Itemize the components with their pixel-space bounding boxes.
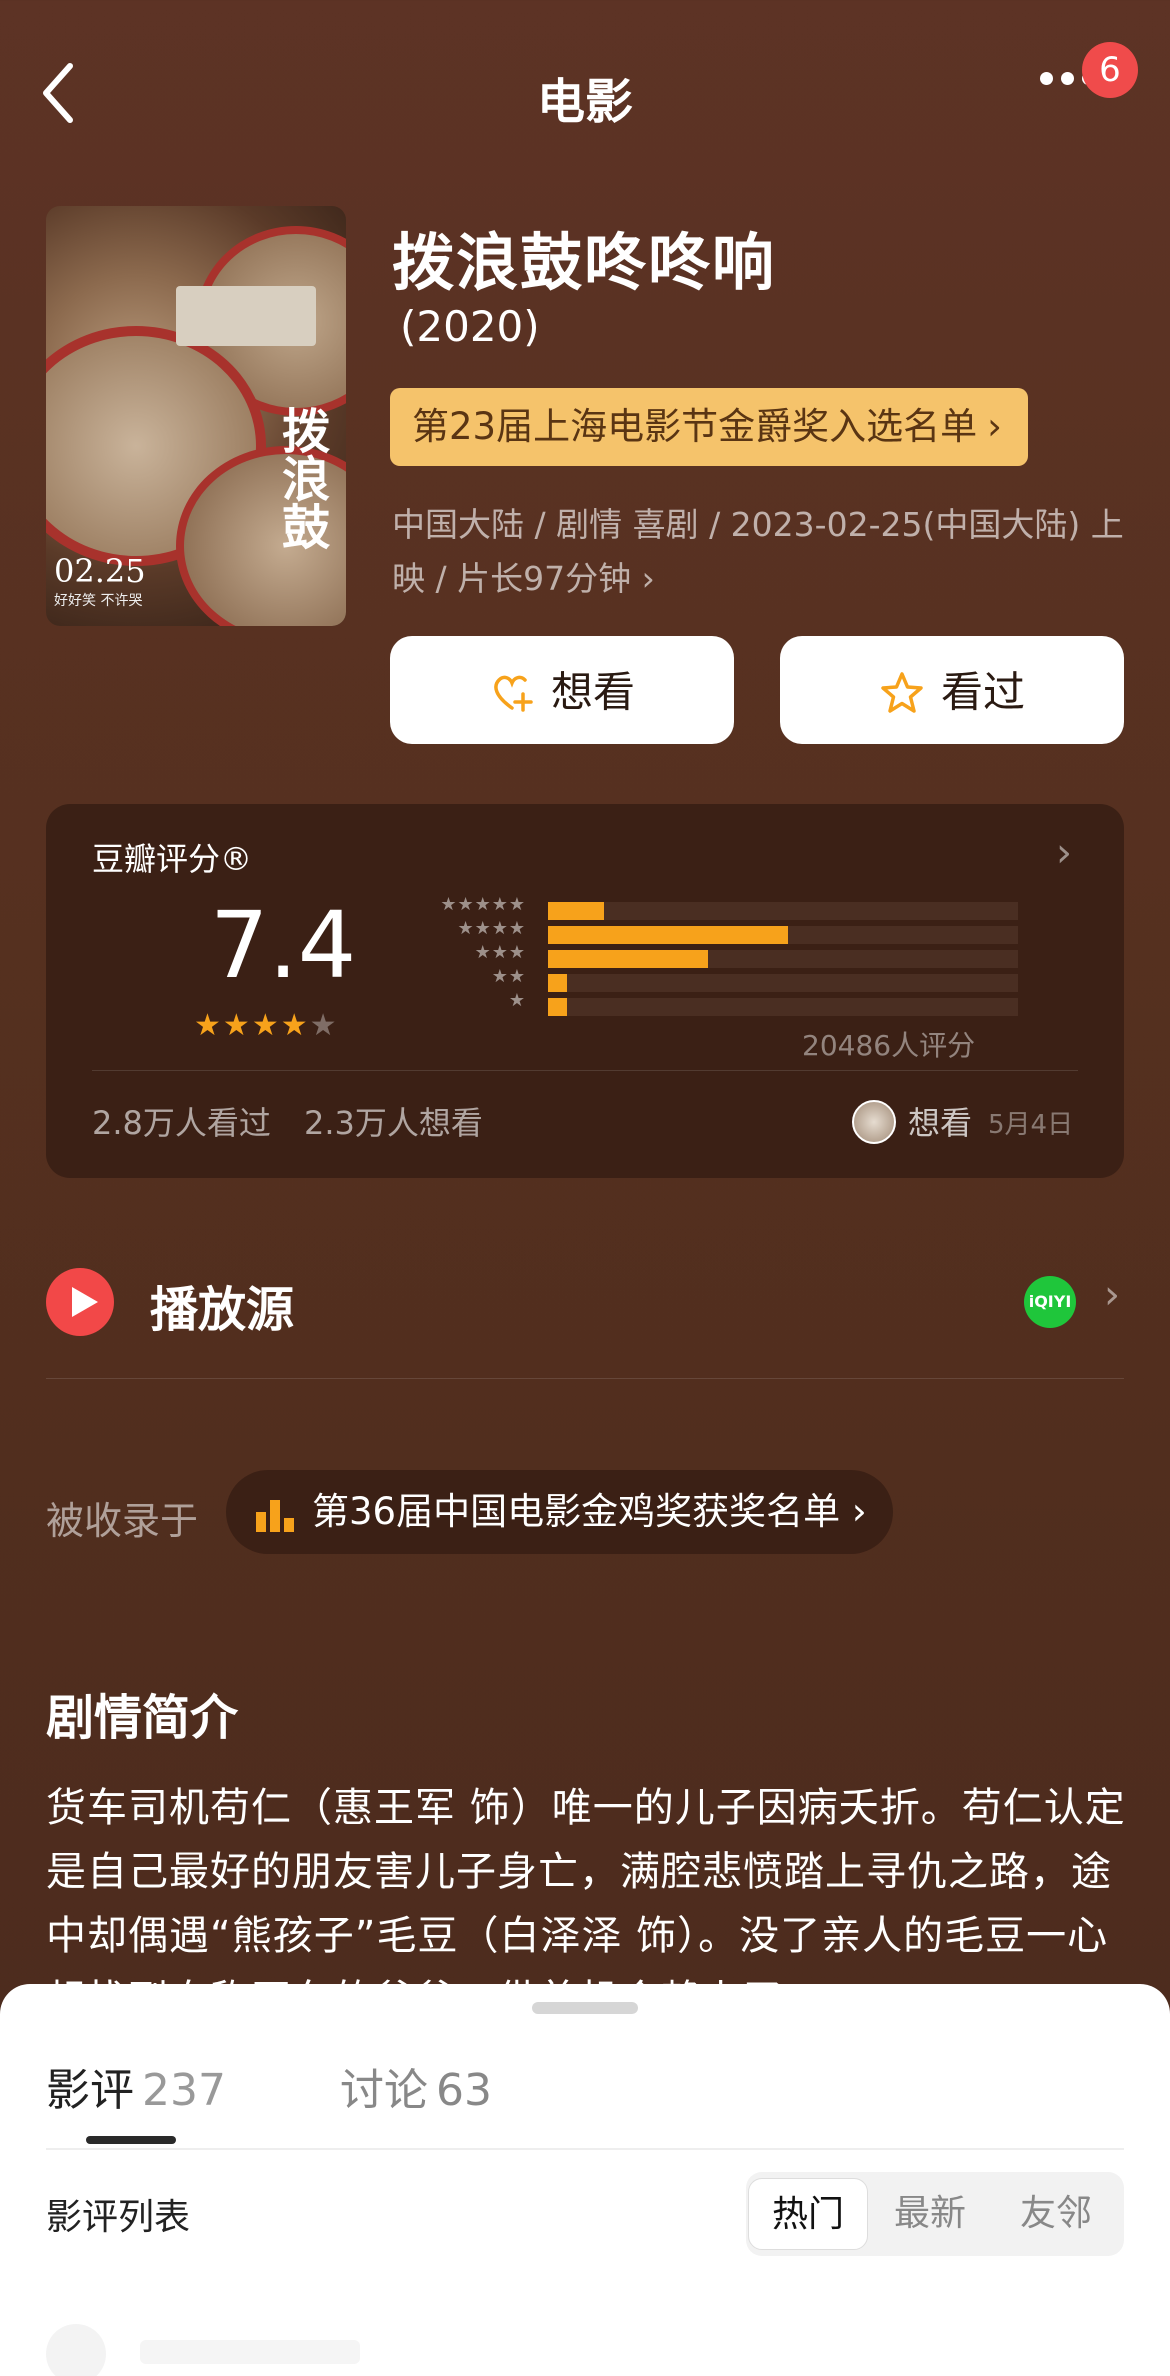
watched-count: 2.8万人看过 — [92, 1104, 271, 1142]
star-outline-icon — [881, 671, 923, 713]
star-full-icon: ★ — [251, 1008, 281, 1043]
star-empty-icon: ★ — [309, 1008, 339, 1043]
more-dots-icon — [1040, 72, 1053, 85]
divider — [46, 1378, 1124, 1379]
rater-count: 20486人评分 — [802, 1029, 976, 1062]
rating-bar-2-star: ★★ — [382, 966, 1018, 996]
rating-distribution: ★★★★★ ★★★★ ★★★ ★★ ★ — [382, 894, 1018, 1020]
drag-handle[interactable] — [532, 2002, 638, 2014]
star-group-icon: ★★ — [491, 966, 526, 987]
poster-title: 拨浪鼓 — [273, 406, 329, 550]
rating-card[interactable]: 豆瓣评分® › 7.4 ★★★★★ ★★★★★ ★★★★ ★★★ ★★ ★ 20486人… — [46, 804, 1124, 1178]
sort-option-newest[interactable]: 最新 — [870, 2178, 990, 2250]
sort-option-hot[interactable]: 热门 — [748, 2178, 868, 2250]
synopsis-heading: 剧情简介 — [46, 1690, 239, 1746]
notification-badge: 6 — [1082, 42, 1138, 98]
watched-button[interactable]: 看过 — [780, 636, 1124, 744]
tab-discussions-label: 讨论 — [340, 2065, 428, 2116]
rating-bar-fill — [548, 974, 567, 992]
chevron-right-icon: › — [987, 405, 1002, 448]
sort-segmented-control: 热门 最新 友邻 — [746, 2172, 1124, 2256]
star-half-icon: ★ — [280, 1008, 310, 1043]
rating-score: 7.4 — [210, 892, 357, 999]
rating-bar-4-star: ★★★★ — [382, 918, 1018, 948]
star-group-icon: ★★★★★ — [440, 894, 526, 915]
chevron-right-icon: › — [851, 1490, 867, 1533]
rating-bar-track — [548, 926, 1018, 944]
poster-date: 02.25 — [54, 552, 146, 590]
tab-reviews[interactable]: 影评 237 — [46, 2054, 226, 2118]
movie-year: (2020) — [400, 302, 540, 351]
want-to-watch-label: 想看 — [550, 667, 635, 717]
rating-bar-track — [548, 998, 1018, 1016]
rating-bar-fill — [548, 950, 708, 968]
tab-reviews-count: 237 — [142, 2065, 226, 2116]
loading-placeholder — [140, 2340, 360, 2364]
star-group-icon: ★ — [508, 990, 526, 1011]
divider — [46, 2148, 1124, 2150]
included-in-label: 被收录于 — [46, 1499, 199, 1543]
avatar — [852, 1100, 896, 1144]
rating-bar-fill — [548, 998, 567, 1016]
rating-bar-fill — [548, 902, 605, 920]
rating-bar-fill — [548, 926, 788, 944]
sort-option-friends[interactable]: 友邻 — [996, 2178, 1116, 2250]
active-tab-indicator — [86, 2136, 176, 2144]
watched-label: 看过 — [940, 667, 1025, 717]
ranking-list-icon — [256, 1492, 296, 1532]
divider — [92, 1070, 1078, 1071]
award-chip[interactable]: 第23届上海电影节金爵奖入选名单 › — [390, 388, 1028, 466]
movie-meta[interactable]: 中国大陆 / 剧情 喜剧 / 2023-02-25(中国大陆) 上映 / 片长9… — [392, 498, 1132, 606]
award-chip-label: 第23届上海电影节金爵奖入选名单 — [412, 405, 978, 448]
want-to-watch-button[interactable]: 想看 — [390, 636, 734, 744]
play-icon[interactable] — [46, 1268, 114, 1336]
heart-plus-icon — [494, 675, 533, 712]
included-list-chip[interactable]: 第36届中国电影金鸡奖获奖名单 › — [226, 1470, 893, 1554]
movie-poster[interactable]: 拨浪鼓 02.25 好好笑 不许哭 — [46, 206, 346, 626]
rating-bar-1-star: ★ — [382, 990, 1018, 1020]
movie-title: 拨浪鼓咚咚响 — [392, 226, 777, 299]
movie-meta-text: 中国大陆 / 剧情 喜剧 / 2023-02-25(中国大陆) 上映 / 片长9… — [392, 505, 1124, 598]
star-group-icon: ★★★ — [474, 942, 526, 963]
rating-bar-track — [548, 950, 1018, 968]
user-status-date: 5月4日 — [988, 1110, 1074, 1140]
star-full-icon: ★ — [194, 1008, 223, 1043]
play-source-label[interactable]: 播放源 — [150, 1270, 294, 1340]
user-status: 想看 — [908, 1104, 973, 1142]
rating-bar-track — [548, 902, 1018, 920]
chevron-right-icon: › — [641, 559, 655, 598]
chevron-right-icon: › — [1056, 830, 1072, 876]
rating-stars: ★★★★★ — [194, 1008, 339, 1043]
avatar — [46, 2324, 106, 2376]
poster-slogan: 好好笑 不许哭 — [54, 593, 143, 609]
rating-bar-track — [548, 974, 1018, 992]
reviews-bottom-sheet[interactable]: 影评 237 讨论 63 影评列表 热门 最新 友邻 — [0, 1984, 1170, 2376]
tab-discussions-count: 63 — [436, 2065, 492, 2116]
star-group-icon: ★★★★ — [457, 918, 526, 939]
review-list-title: 影评列表 — [46, 2197, 191, 2238]
tab-discussions[interactable]: 讨论 63 — [340, 2054, 492, 2118]
rating-bar-3-star: ★★★ — [382, 942, 1018, 972]
chevron-right-icon[interactable]: › — [1104, 1272, 1120, 1318]
want-count: 2.3万人想看 — [304, 1104, 483, 1142]
rating-source-label: 豆瓣评分® — [92, 840, 253, 878]
star-full-icon: ★ — [222, 1008, 252, 1043]
page-title: 电影 — [536, 74, 633, 130]
tab-reviews-label: 影评 — [46, 2065, 134, 2116]
included-list-name: 第36届中国电影金鸡奖获奖名单 — [312, 1490, 841, 1533]
iqiyi-icon[interactable]: iQIYI — [1024, 1276, 1076, 1328]
